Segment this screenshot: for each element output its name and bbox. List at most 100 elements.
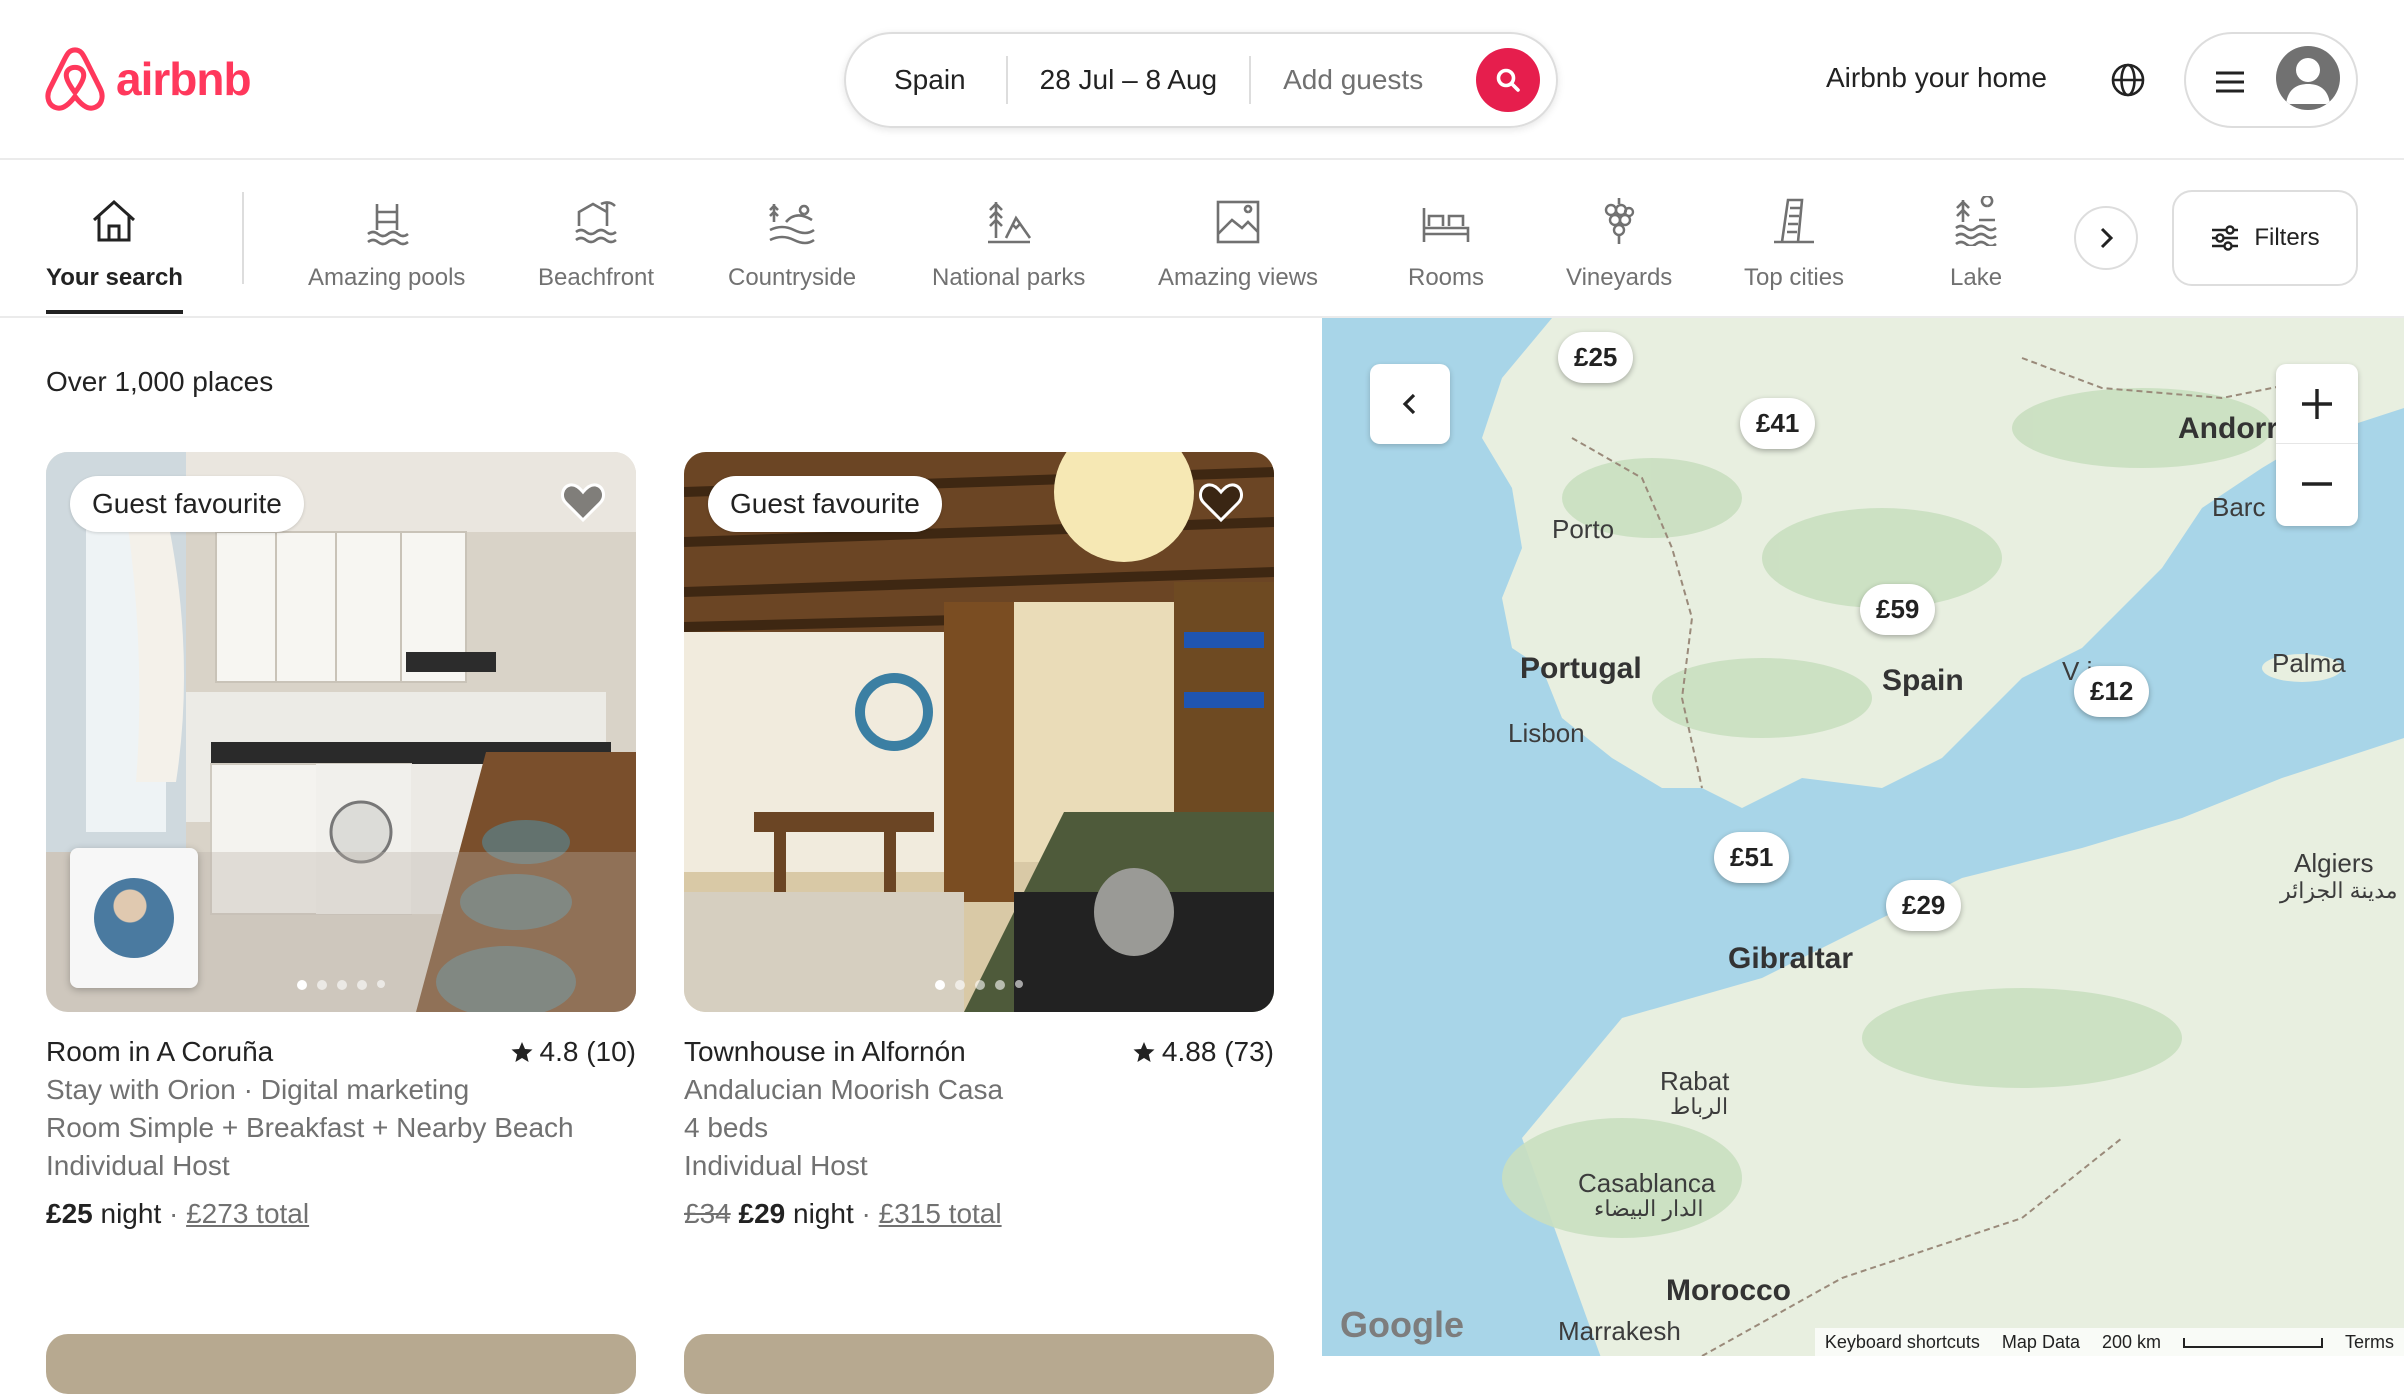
price-pin[interactable]: £41 <box>1740 398 1816 449</box>
category-label: Vineyards <box>1566 264 1673 291</box>
category-label: Rooms <box>1408 264 1485 291</box>
category-amazing-pools[interactable]: Amazing pools <box>308 190 465 318</box>
price-pin[interactable]: £59 <box>1860 584 1936 635</box>
category-bar: Your search Amazing pools Beachfront Cou… <box>0 160 2404 318</box>
zoom-in-button[interactable] <box>2276 364 2358 444</box>
price-pin[interactable]: £12 <box>2074 666 2150 717</box>
price-pin[interactable]: £29 <box>1886 880 1962 931</box>
category-label: Your search <box>46 264 183 291</box>
category-label: Top cities <box>1744 264 1845 291</box>
keyboard-shortcuts-link[interactable]: Keyboard shortcuts <box>1825 1332 1980 1353</box>
scale-bar <box>2183 1338 2323 1348</box>
search-bar[interactable]: Spain 28 Jul – 8 Aug Add guests <box>844 32 1558 128</box>
hamburger-icon <box>2216 71 2244 93</box>
collapse-map-button[interactable] <box>1370 364 1450 444</box>
photo-dots <box>46 980 636 990</box>
avatar <box>2276 46 2340 110</box>
category-divider <box>242 192 244 284</box>
star-icon <box>511 1042 532 1062</box>
top-header: airbnb Spain 28 Jul – 8 Aug Add guests A… <box>0 0 2404 160</box>
listing-photo[interactable]: Guest favourite <box>46 452 636 1012</box>
category-vineyards[interactable]: Vineyards <box>1566 190 1672 318</box>
airbnb-logo[interactable]: airbnb <box>44 46 252 112</box>
filters-icon <box>2212 225 2239 251</box>
brand-name: airbnb <box>116 53 252 105</box>
map-label-palma: Palma <box>2272 648 2346 678</box>
minus-icon <box>2302 482 2332 486</box>
price-unit: night <box>100 1198 162 1229</box>
search-guests[interactable]: Add guests <box>1251 64 1455 96</box>
category-next-button[interactable] <box>2074 206 2138 270</box>
map-label-spain: Spain <box>1882 664 1964 697</box>
category-lake[interactable]: Lake <box>1950 190 2002 318</box>
listing-subtitle: Andalucian Moorish Casa <box>684 1074 1004 1105</box>
map-label-gibraltar: Gibraltar <box>1728 942 1854 975</box>
total-price-link[interactable]: £315 total <box>879 1198 1002 1229</box>
listing-host-type: Individual Host <box>684 1150 868 1181</box>
map-label-algiers-ar: مدينة الجزائر <box>2280 878 2398 903</box>
map-label-casablanca-ar: الدار البيضاء <box>1594 1196 1704 1221</box>
map-attribution: Keyboard shortcuts Map Data 200 km Terms <box>1814 1328 2404 1356</box>
zoom-out-button[interactable] <box>2276 444 2358 524</box>
listing-description: 4 beds <box>684 1112 769 1143</box>
national-park-icon <box>987 202 1031 244</box>
heart-icon[interactable] <box>1198 482 1244 524</box>
category-rooms[interactable]: Rooms <box>1408 190 1484 318</box>
price-unit: night <box>793 1198 854 1229</box>
map-label-marrakesh: Marrakesh <box>1558 1316 1681 1346</box>
kitchen-photo <box>684 452 1274 1012</box>
results-count: Over 1,000 places <box>46 366 274 397</box>
grapes-icon <box>1604 198 1635 244</box>
listing-price: £34 £29 night · £315 total <box>684 1198 1274 1230</box>
search-dates[interactable]: 28 Jul – 8 Aug <box>1008 64 1249 96</box>
category-beachfront[interactable]: Beachfront <box>538 190 654 318</box>
guest-favourite-badge: Guest favourite <box>708 476 942 532</box>
search-location[interactable]: Spain <box>846 64 1006 96</box>
city-icon <box>1774 198 1815 244</box>
lake-icon <box>1955 196 1997 246</box>
total-price-link[interactable]: £273 total <box>186 1198 309 1229</box>
price-separator: · <box>169 1198 179 1229</box>
category-label: Amazing views <box>1158 264 1319 291</box>
zoom-controls <box>2276 364 2358 526</box>
map-label-andorra: Andorr <box>2178 412 2278 445</box>
listing-card[interactable]: Guest favourite Room in A Coruña 4.8 (10… <box>46 452 636 1230</box>
listing-card[interactable]: Guest favourite Townhouse in Alfornón 4.… <box>684 452 1274 1230</box>
host-avatar-card <box>70 848 198 988</box>
map-label-porto: Porto <box>1552 514 1615 544</box>
search-button[interactable] <box>1476 48 1540 112</box>
heart-icon[interactable] <box>560 482 606 524</box>
category-your-search[interactable]: Your search <box>46 190 183 318</box>
results-map[interactable]: Porto Portugal Lisbon Spain Andorr Barc … <box>1322 318 2404 1356</box>
listing-description: Room Simple + Breakfast + Nearby Beach <box>46 1112 574 1143</box>
beachfront-icon <box>575 201 617 244</box>
host-avatar <box>94 878 174 958</box>
chevron-left-icon <box>1402 393 1416 415</box>
map-land <box>1482 318 2404 1356</box>
home-icon <box>93 199 136 242</box>
listing-photo[interactable]: Guest favourite <box>684 452 1274 1012</box>
category-amazing-views[interactable]: Amazing views <box>1158 190 1318 318</box>
category-countryside[interactable]: Countryside <box>728 190 856 318</box>
globe-icon[interactable] <box>2110 62 2146 98</box>
countryside-icon <box>769 204 815 245</box>
user-menu-button[interactable] <box>2184 32 2358 128</box>
price-pin[interactable]: £25 <box>1558 332 1634 383</box>
airbnb-your-home-link[interactable]: Airbnb your home <box>1826 62 2047 94</box>
guest-favourite-badge: Guest favourite <box>70 476 304 532</box>
search-icon <box>1496 68 1520 92</box>
filters-button[interactable]: Filters <box>2172 190 2358 286</box>
photo-dots <box>684 980 1274 990</box>
nightly-price: £25 <box>46 1198 93 1229</box>
map-data-link[interactable]: Map Data <box>2002 1332 2080 1353</box>
category-top-cities[interactable]: Top cities <box>1744 190 1844 318</box>
terms-link[interactable]: Terms <box>2345 1332 2394 1353</box>
map-label-lisbon: Lisbon <box>1508 718 1585 748</box>
map-label-rabat: Rabat <box>1660 1066 1730 1096</box>
category-national-parks[interactable]: National parks <box>932 190 1085 318</box>
price-pin[interactable]: £51 <box>1714 832 1790 883</box>
map-label-barcelona: Barc <box>2212 492 2266 522</box>
listing-card-partial[interactable] <box>46 1334 636 1394</box>
category-label: Lake <box>1950 264 2003 291</box>
listing-card-partial[interactable] <box>684 1334 1274 1394</box>
